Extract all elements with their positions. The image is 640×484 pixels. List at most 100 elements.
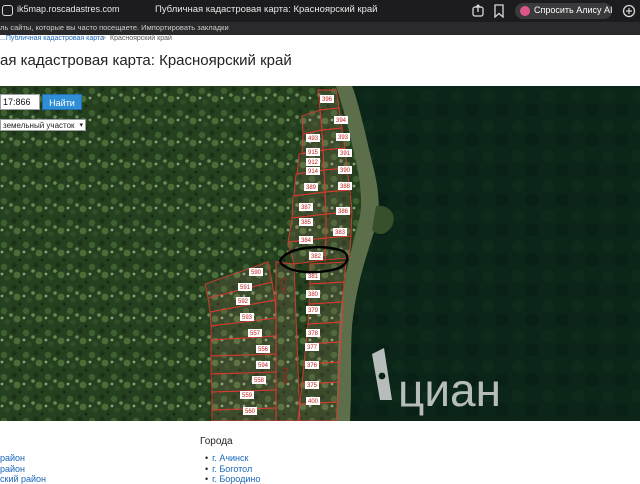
breadcrumb-region: Красноярский край — [110, 35, 172, 42]
parcel-label[interactable]: 375 — [305, 381, 319, 389]
parcel-label[interactable]: 914 — [306, 167, 320, 175]
breadcrumb-cadastral-map[interactable]: ...Публичная кадастровая карта — [0, 35, 104, 42]
road-parcel-label[interactable]: 15772 — [282, 277, 288, 294]
alisa-icon — [520, 6, 530, 16]
tab-title[interactable]: Публичная кадастровая карта: Красноярски… — [155, 4, 378, 15]
svg-text:15772: 15772 — [282, 277, 288, 294]
bullet-icon: • — [205, 474, 209, 484]
road-parcel-label[interactable]: 15772 — [284, 367, 290, 384]
city-item: • г. Ачинск — [205, 453, 248, 463]
parcel-label[interactable]: 560 — [243, 407, 257, 415]
city-item: • г. Боготол — [205, 464, 252, 474]
svg-text:циан: циан — [398, 364, 501, 416]
parcel-label[interactable]: 386 — [336, 207, 350, 215]
parcel-label[interactable]: 382 — [309, 252, 323, 260]
svg-text:375: 375 — [307, 383, 318, 389]
parcel-label[interactable]: 592 — [236, 297, 250, 305]
region-link[interactable]: район — [0, 453, 25, 463]
parcel-label[interactable]: 593 — [240, 313, 254, 321]
svg-text:376: 376 — [307, 363, 318, 369]
svg-text:557: 557 — [250, 331, 261, 337]
parcel-label[interactable]: 559 — [240, 391, 254, 399]
address-domain[interactable]: ik5map.roscadastres.com — [17, 4, 120, 14]
chevron-down-icon: ▾ — [79, 122, 83, 129]
parcel-label[interactable]: 377 — [305, 343, 319, 351]
svg-text:390: 390 — [340, 168, 351, 174]
breadcrumb: ...Публичная кадастровая карта > Красноя… — [0, 35, 640, 45]
parcel-label[interactable]: 387 — [299, 203, 313, 211]
parcel-label[interactable]: 385 — [299, 218, 313, 226]
bullet-icon: • — [205, 464, 209, 474]
svg-text:379: 379 — [308, 308, 319, 314]
parcel-label[interactable]: 556 — [256, 345, 270, 353]
bookmarks-hint[interactable]: ль сайты, которые вы часто посещаете. Им… — [0, 23, 229, 32]
object-type-select[interactable]: земельный участок ▾ — [0, 119, 86, 131]
parcel-label[interactable]: 389 — [304, 183, 318, 191]
svg-text:590: 590 — [251, 270, 262, 276]
bullet-icon: • — [205, 453, 209, 463]
parcel-label[interactable]: 915 — [306, 148, 320, 156]
parcel-label[interactable]: 384 — [299, 236, 313, 244]
parcel-label[interactable]: 558 — [252, 376, 266, 384]
parcel-label[interactable]: 391 — [338, 149, 352, 157]
svg-text:387: 387 — [301, 205, 312, 211]
parcel-label[interactable]: 390 — [338, 166, 352, 174]
city-item: • г. Бородино — [205, 474, 260, 484]
parcel-label[interactable]: 388 — [338, 182, 352, 190]
svg-text:394: 394 — [336, 118, 347, 124]
svg-text:393: 393 — [338, 135, 349, 141]
svg-text:912: 912 — [308, 160, 319, 166]
share-icon[interactable] — [471, 4, 485, 18]
parcel-label[interactable]: 396 — [320, 95, 334, 103]
bookmarks-bar: ль сайты, которые вы часто посещаете. Им… — [0, 22, 640, 35]
object-type-value: земельный участок — [3, 121, 75, 130]
svg-text:914: 914 — [308, 169, 319, 175]
breadcrumb-separator: > — [102, 35, 107, 42]
svg-text:384: 384 — [301, 238, 312, 244]
parcel-label[interactable]: 378 — [306, 329, 320, 337]
search-button[interactable]: Найти — [42, 94, 82, 110]
parcel-label[interactable]: 591 — [238, 283, 252, 291]
svg-text:593: 593 — [242, 315, 253, 321]
svg-text:592: 592 — [238, 299, 249, 305]
cadastral-map[interactable]: 396 394 393 493 391 915 390 912 914 388 … — [0, 86, 640, 421]
svg-text:556: 556 — [258, 347, 269, 353]
parcel-label[interactable]: 912 — [306, 158, 320, 166]
svg-text:400: 400 — [308, 399, 319, 405]
ask-alisa-label: Спросить Алису AI — [534, 5, 613, 15]
parcel-label[interactable]: 557 — [248, 329, 262, 337]
svg-text:381: 381 — [308, 274, 319, 280]
satellite-map[interactable]: 396 394 393 493 391 915 390 912 914 388 … — [0, 86, 640, 421]
page-title: ая кадастровая карта: Красноярский край — [0, 52, 292, 69]
svg-text:391: 391 — [340, 151, 351, 157]
cadastral-number-input[interactable]: 17:866 — [0, 94, 40, 110]
parcel-label[interactable]: 400 — [306, 397, 320, 405]
svg-text:389: 389 — [306, 185, 317, 191]
region-link[interactable]: район — [0, 464, 25, 474]
svg-text:388: 388 — [340, 184, 351, 190]
svg-text:558: 558 — [254, 378, 265, 384]
parcel-label[interactable]: 383 — [333, 228, 347, 236]
parcel-label[interactable]: 379 — [306, 306, 320, 314]
parcel-label[interactable]: 590 — [249, 268, 263, 276]
svg-text:385: 385 — [301, 220, 312, 226]
city-link[interactable]: г. Бородино — [212, 474, 260, 484]
parcel-label[interactable]: 376 — [305, 361, 319, 369]
svg-text:383: 383 — [335, 230, 346, 236]
city-link[interactable]: г. Ачинск — [212, 453, 248, 463]
svg-text:591: 591 — [240, 285, 251, 291]
parcel-label[interactable]: 393 — [336, 133, 350, 141]
svg-text:915: 915 — [308, 150, 319, 156]
svg-text:377: 377 — [307, 345, 318, 351]
parcel-label[interactable]: 380 — [306, 290, 320, 298]
region-link[interactable]: ский район — [0, 474, 46, 484]
extension-icon[interactable] — [621, 4, 637, 18]
cities-heading: Города — [200, 436, 233, 447]
city-link[interactable]: г. Боготол — [212, 464, 252, 474]
parcel-label[interactable]: 493 — [306, 134, 320, 142]
ask-alisa-button[interactable]: Спросить Алису AI — [515, 3, 613, 19]
parcel-label[interactable]: 594 — [256, 361, 270, 369]
parcel-label[interactable]: 394 — [334, 116, 348, 124]
svg-text:559: 559 — [242, 393, 253, 399]
bookmark-icon[interactable] — [492, 4, 506, 18]
